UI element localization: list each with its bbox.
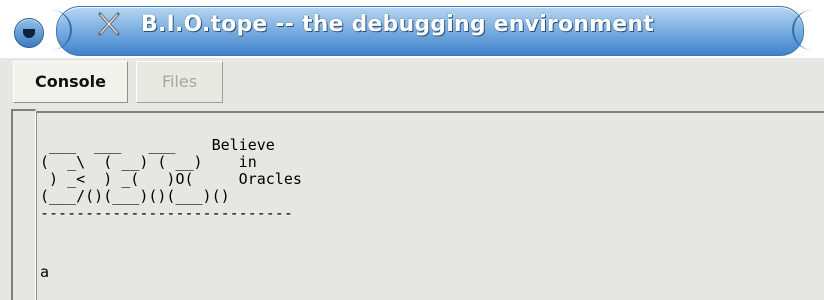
title-bar[interactable]: B.I.O.tope -- the debugging environment [0,0,824,58]
tab-console[interactable]: Console [13,61,128,103]
console-input-line[interactable]: a [40,264,49,281]
console-left-bevel [11,109,36,300]
console-left-border [36,113,37,300]
console-banner: ___ ___ ___ Believe ( _\ ( __) ( __) in … [40,136,302,222]
window-menu-button[interactable] [14,18,44,48]
window-menu-icon [23,29,35,38]
tab-files[interactable]: Files [136,61,223,103]
console-top-border [36,111,824,113]
window-title: B.I.O.tope -- the debugging environment [141,12,654,37]
debugger-window: B.I.O.tope -- the debugging environment … [0,0,824,300]
x-icon [98,12,120,36]
